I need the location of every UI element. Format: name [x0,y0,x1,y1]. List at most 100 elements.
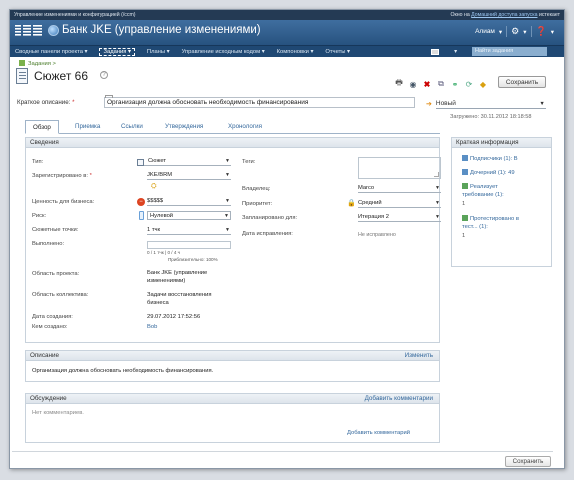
top-right-notice: Окно на Домашний доступа запуска истекае… [450,10,560,20]
nav-reports[interactable]: Отчеты ▾ [325,49,350,55]
refresh-icon[interactable]: ⟳ [464,80,474,89]
planned-for-label: Запланировано для: [242,215,298,221]
breadcrumb-label[interactable]: Задания > [28,61,56,67]
delete-icon[interactable]: ✖ [422,80,432,89]
details-header: Сведения [26,138,439,148]
owner-label: Владелец: [242,186,271,192]
resolution-date-value: Не исправлено [358,232,396,238]
tested-link[interactable]: Протестировано в [462,215,519,223]
business-value-select[interactable]: $$$$$ [147,197,231,206]
loaded-timestamp: Загружено: 30.11.2012 18:18:58 [450,114,532,120]
children-link[interactable]: Дочерний (1): 49 [462,169,515,177]
created-date-value: 29.07.2012 17:52:56 [147,314,201,320]
work-items-icon [19,60,25,66]
tested-text[interactable]: Протестировано в [470,216,519,222]
no-comments-text: Нет комментариев. [32,410,84,416]
priority-select[interactable]: Средний [358,199,441,208]
progress-bar [147,241,231,249]
nav-source-control[interactable]: Управление исходным кодом ▾ [182,49,265,55]
nav-plans[interactable]: Планы ▾ [147,49,170,55]
notice-link[interactable]: Домашний доступа запуска [471,12,537,18]
add-comment-link[interactable]: Добавить комментарий [347,430,410,436]
risk-select[interactable]: Нулевой [147,211,231,221]
implements-link[interactable]: Реализует [462,183,498,191]
breadcrumb[interactable]: Задания > [19,60,56,67]
project-area-value: Банк JKE (управление изменениями) [147,270,208,284]
filed-against-select[interactable]: JKE/BRM [147,171,231,180]
business-value-label: Ценность для бизнеса: [32,199,95,205]
tab-links[interactable]: Ссылки [121,123,143,130]
gear-icon[interactable]: ⚙ [511,26,519,37]
nav-builds[interactable]: Компоновки ▾ [277,49,314,55]
gear-chevron-icon[interactable]: ▾ [523,28,526,36]
tag-icon[interactable]: ◆ [478,80,488,89]
required-mark: * [72,99,75,106]
created-by-link[interactable]: Bob [147,324,157,330]
progress-text: 0 / 1 тчк | 0 / 4 ч [147,250,181,255]
priority-label: Приоритет: [242,201,273,207]
team-area-value: Задачи восстановления бизнеса [147,292,212,306]
save-button[interactable]: Сохранить [498,76,546,88]
tab-approvals[interactable]: Утверждения [165,123,203,130]
priority-icon: 🔒 [347,200,356,207]
team-area-label: Область коллектива: [32,292,89,298]
edit-description-link[interactable]: Изменить [405,351,433,361]
created-by-label: Кем создано: [32,324,68,330]
implements-link-line2[interactable]: требование (1): [462,191,504,199]
owner-select[interactable]: Marco [358,184,441,193]
type-select[interactable]: Сюжет [137,157,231,166]
help-chevron-icon[interactable]: ▾ [551,28,554,36]
project-title[interactable]: Банк JKE (управление изменениями) [62,24,261,36]
link-icon[interactable]: ⚭ [450,80,460,89]
summary-input[interactable]: Организация должна обосновать необходимо… [104,95,415,108]
tab-overview[interactable]: Обзор [25,120,59,134]
search-scope-icon[interactable] [431,48,440,55]
user-name[interactable]: Алиам [475,28,495,35]
print-icon[interactable]: 🖶 [394,77,404,91]
category-icon[interactable]: ⛭ [151,183,157,191]
risk-icon [139,211,144,220]
done-label: Выполнено: [32,241,65,247]
tags-input[interactable] [358,157,441,179]
quick-info-header: Краткая информация [452,138,551,148]
story-icon [16,68,28,84]
project-area-label: Область проекта: [32,271,80,277]
user-chevron-icon[interactable]: ▾ [499,28,502,36]
add-comment-top-link[interactable]: Добавить комментарии [365,394,433,404]
tested-link-line2[interactable]: тест... (1): [462,223,488,231]
description-header: Описание Изменить [26,351,439,361]
field-marker [105,95,113,98]
children-text[interactable]: Дочерний (1): 49 [470,170,515,176]
description-section: Описание Изменить [25,350,440,382]
subscribers-icon [462,155,468,161]
filed-label-text: Зарегистрировано в: [32,173,88,179]
tags-label: Теги: [242,159,256,165]
search-input[interactable]: Найти задания [472,47,547,56]
copy-icon[interactable]: ⧉ [436,79,446,89]
help-icon[interactable]: ❓ [536,26,547,37]
subscribers-text[interactable]: Подписчики (1): В [470,156,518,162]
subscribers-link[interactable]: Подписчики (1): В [462,155,518,163]
user-menu[interactable]: Алиам ▾ ⚙ ▾ ❓ ▾ [475,26,554,37]
test-case-icon [462,215,468,221]
app-header: Банк JKE (управление изменениями) Алиам … [10,20,564,45]
story-points-label: Сюжетные точки: [32,227,79,233]
implements-text[interactable]: Реализует [470,184,498,190]
bottom-save-button[interactable]: Сохранить [505,456,551,467]
toolbar: 🖶 ◉ ✖ ⧉ ⚭ ⟳ ◆ [394,77,488,91]
planned-for-select[interactable]: Итерация 2 [358,213,441,222]
estimate-text: Приблизительно: 100% [168,257,218,262]
search-scope-chevron-icon[interactable]: ▾ [454,49,457,55]
type-value: Сюжет [148,158,167,164]
story-points-select[interactable]: 1 тчк [147,226,231,235]
tab-history[interactable]: Хронология [228,123,262,130]
state-arrow-icon: ➔ [426,101,432,108]
help-icon[interactable]: ? [100,71,108,79]
nav-work-items[interactable]: Задания ▾ [99,47,135,56]
state-select[interactable]: Новый [435,99,546,109]
subscribe-icon[interactable]: ◉ [408,80,418,89]
footer-divider [12,451,553,452]
implements-count: 1 [462,201,466,207]
nav-dashboards[interactable]: Сводные панели проекта ▾ [15,49,87,55]
tab-acceptance[interactable]: Приемка [75,123,100,130]
